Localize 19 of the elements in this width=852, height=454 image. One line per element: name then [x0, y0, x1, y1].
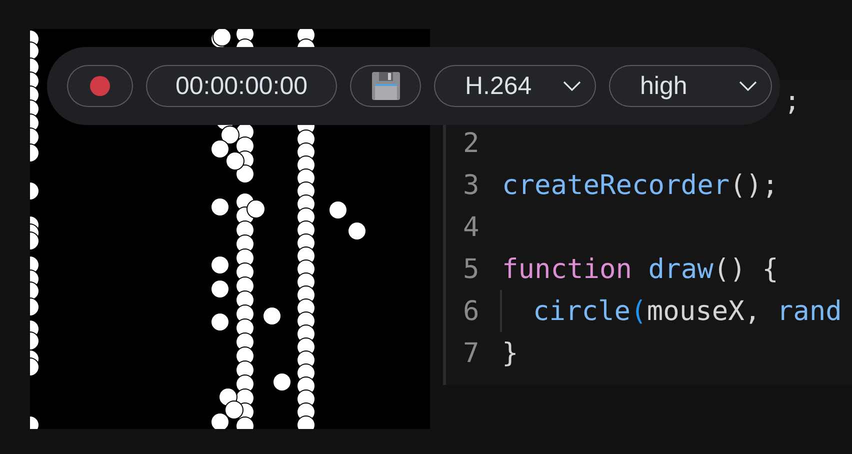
record-button[interactable] [67, 65, 133, 107]
code-line: } [502, 336, 518, 370]
caret-icon [563, 80, 581, 92]
save-button[interactable] [350, 65, 421, 107]
quality-dropdown[interactable]: high [609, 65, 772, 107]
caret-icon [739, 80, 757, 92]
line-number: 6 [463, 296, 479, 326]
code-line: ; [784, 84, 800, 118]
line-number: 7 [463, 338, 479, 368]
record-icon [90, 76, 110, 96]
code-line: createRecorder(); [502, 168, 778, 202]
codec-dropdown[interactable]: H.264 [434, 65, 596, 107]
line-number: 3 [463, 170, 479, 200]
timecode-display[interactable]: 00:00:00:00 [146, 65, 337, 107]
code-line: circle(mouseX, rand [533, 294, 842, 328]
line-number: 2 [463, 128, 479, 158]
line-number: 4 [463, 212, 479, 242]
code-line: function draw() { [502, 252, 778, 286]
line-number: 5 [463, 254, 479, 284]
